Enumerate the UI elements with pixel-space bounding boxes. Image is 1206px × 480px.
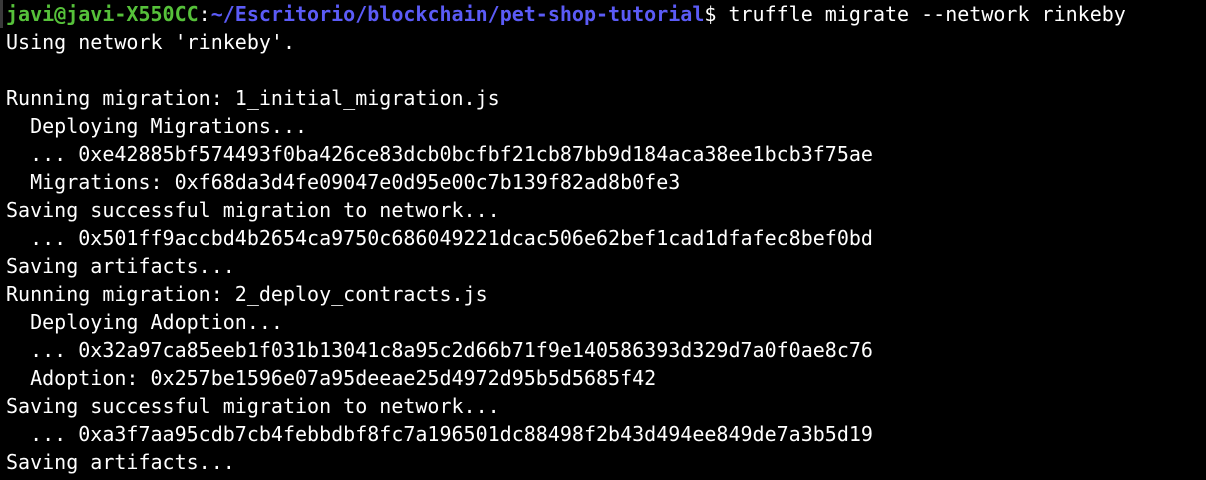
output-line: ... 0xa3f7aa95cdb7cb4febbdbf8fc7a196501d… [6,422,873,446]
output-line: ... 0xe42885bf574493f0ba426ce83dcb0bcfbf… [6,142,873,166]
output-line: Saving artifacts... [6,254,235,278]
output-line: Running migration: 2_deploy_contracts.js [6,282,488,306]
output-line: ... 0x32a97ca85eeb1f031b13041c8a95c2d66b… [6,338,873,362]
output-line: Migrations: 0xf68da3d4fe09047e0d95e00c7b… [6,170,681,194]
terminal-window[interactable]: javi@javi-X550CC:~/Escritorio/blockchain… [0,0,1206,480]
output-line: ... 0x501ff9accbd4b2654ca9750c686049221d… [6,226,873,250]
output-line: Deploying Migrations... [6,114,308,138]
output-line: Saving artifacts... [6,450,235,474]
output-line: Using network 'rinkeby'. [6,30,295,54]
terminal-edge-marker [0,0,3,28]
prompt-separator: : [198,2,211,26]
output-line: Running migration: 1_initial_migration.j… [6,86,500,110]
output-line: Saving successful migration to network..… [6,198,500,222]
prompt-path: ~/Escritorio/blockchain/pet-shop-tutoria… [210,2,705,26]
prompt-line: javi@javi-X550CC:~/Escritorio/blockchain… [6,0,1206,28]
command-text: truffle migrate --network rinkeby [716,2,1126,26]
prompt-user-host: javi@javi-X550CC [6,2,199,26]
output-line: Deploying Adoption... [6,310,283,334]
output-line: Saving successful migration to network..… [6,394,500,418]
prompt-symbol: $ [704,2,717,26]
output-line: Adoption: 0x257be1596e07a95deeae25d4972d… [6,366,657,390]
